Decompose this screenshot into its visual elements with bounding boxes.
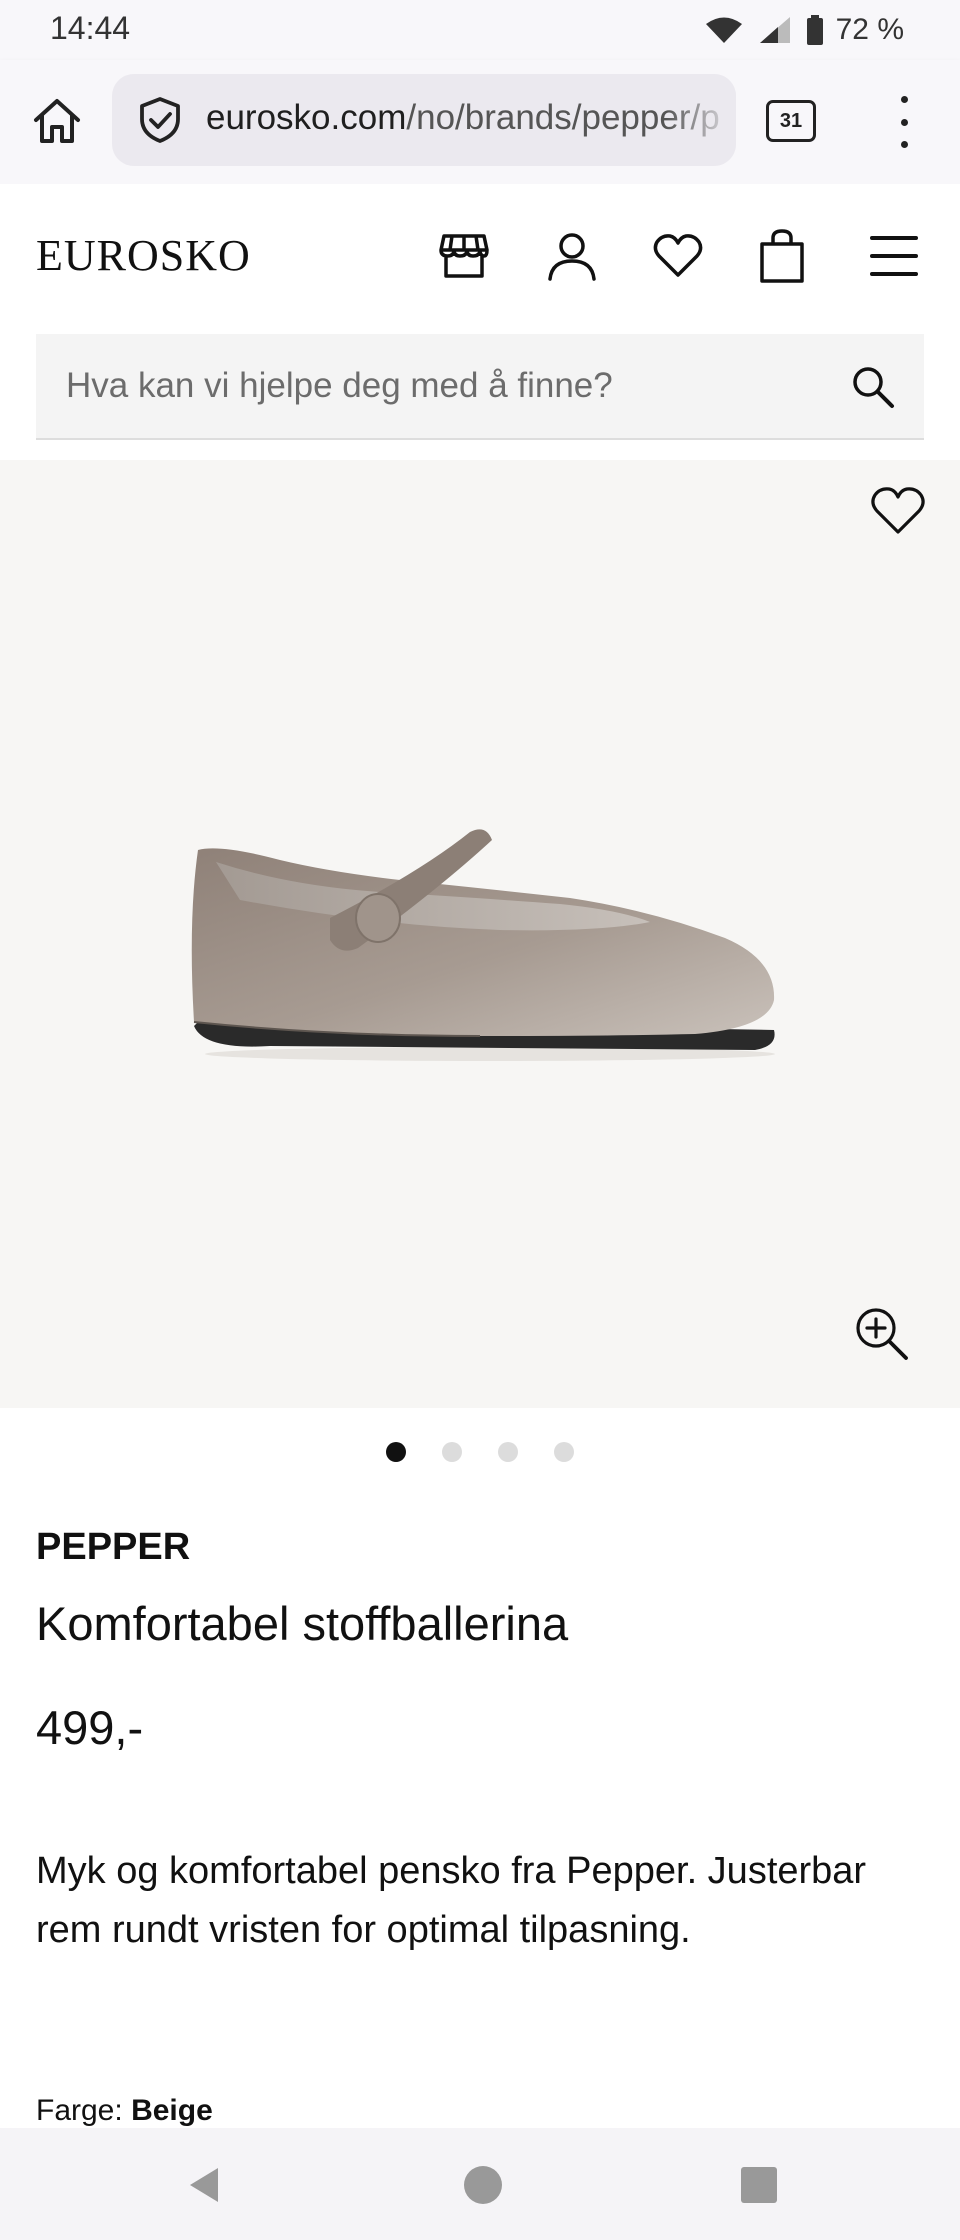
account-button[interactable] [544,228,600,284]
zoom-in-icon[interactable] [852,1304,912,1364]
product-description: Myk og komfortabel pensko fra Pepper. Ju… [36,1850,867,1951]
product-brand[interactable]: PEPPER [36,1526,190,1569]
battery-percentage: 72 % [835,13,904,46]
bag-icon [760,229,804,283]
menu-icon [870,236,918,276]
security-shield-icon[interactable] [134,94,186,146]
gallery-dot[interactable] [554,1442,574,1462]
gallery-dot[interactable] [386,1442,406,1462]
browser-menu-button[interactable] [884,96,924,148]
signal-icon [759,17,790,43]
menu-dot [900,96,908,103]
tab-switcher-button[interactable]: 31 [766,100,816,142]
site-search [36,334,924,440]
product-title: Komfortabel stoffballerina [36,1597,569,1650]
site-header: EUROSKO [0,184,960,324]
account-icon [548,233,596,281]
status-bar: 14:44 72 % [0,0,960,60]
home-icon[interactable] [460,2162,506,2208]
heart-icon [653,234,703,277]
color-label: Farge: [36,2094,123,2127]
system-navigation-bar [0,2128,960,2240]
browser-toolbar: eurosko.com/no/brands/pepper/p 31 [0,60,960,184]
browser-home-button[interactable] [26,90,88,152]
url-host: eurosko.com [206,98,407,137]
back-icon[interactable] [180,2162,226,2208]
menu-dot [900,141,908,148]
store-icon [439,234,489,278]
recents-icon[interactable] [736,2162,782,2208]
search-icon[interactable] [848,362,898,412]
status-time: 14:44 [50,10,131,46]
color-value: Beige [131,2094,213,2127]
eurosko-logo[interactable]: EUROSKO [36,230,251,281]
home-icon [34,99,80,143]
product-image [191,829,775,1061]
gallery-dot[interactable] [442,1442,462,1462]
gallery-pagination [0,1442,960,1466]
product-color: Farge: Beige [36,2094,213,2128]
product-price: 499,- [36,1701,144,1754]
tab-count: 31 [779,109,803,132]
menu-dot [900,118,908,126]
battery-icon [806,15,823,45]
search-input[interactable] [66,334,846,438]
store-locator-button[interactable] [436,228,492,284]
status-indicators: 72 % [704,10,904,50]
address-bar[interactable]: eurosko.com/no/brands/pepper/p [112,74,736,166]
url-text: eurosko.com/no/brands/pepper/p [206,98,720,138]
cart-button[interactable] [754,228,810,284]
main-menu-button[interactable] [866,228,922,284]
url-fade [666,74,736,166]
gallery-dot[interactable] [498,1442,518,1462]
add-to-wishlist-icon[interactable] [870,486,926,538]
wifi-icon [705,17,742,43]
wishlist-button[interactable] [650,228,706,284]
